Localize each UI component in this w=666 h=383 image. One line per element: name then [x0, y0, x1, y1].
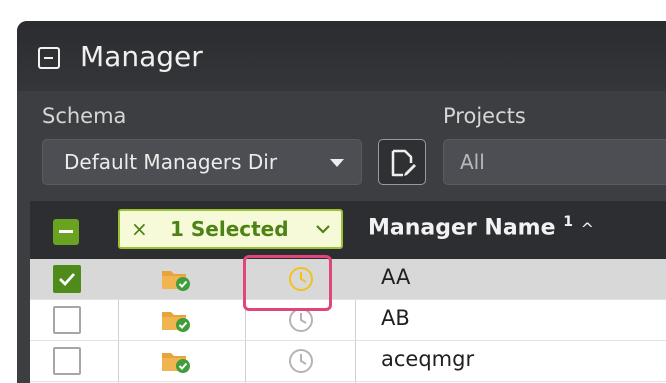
collapse-icon[interactable] — [38, 47, 60, 69]
row-checkbox[interactable] — [53, 306, 81, 334]
table-header-row: × 1 Selected Manager Name 1 ^ — [30, 201, 666, 259]
projects-label: Projects — [443, 104, 526, 128]
edit-schema-button[interactable] — [378, 139, 426, 185]
table-row[interactable]: AA — [30, 259, 666, 300]
column-header-manager-name[interactable]: Manager Name 1 ^ — [368, 214, 594, 240]
clock-icon[interactable] — [287, 347, 315, 375]
caret-down-icon — [330, 159, 344, 167]
folder-check-icon — [162, 353, 190, 373]
manager-panel: Manager Schema Projects Default Managers… — [17, 21, 666, 383]
chevron-down-icon[interactable] — [315, 224, 331, 234]
folder-check-icon — [162, 271, 190, 291]
column-header-label: Manager Name — [368, 215, 556, 241]
schema-dropdown[interactable]: Default Managers Dir — [42, 139, 362, 185]
folder-check-icon — [162, 312, 190, 332]
edit-document-icon — [391, 149, 416, 177]
manager-table: AA AB aceqmgr — [30, 259, 666, 383]
row-checkbox[interactable] — [53, 265, 81, 293]
selection-chip[interactable]: × 1 Selected — [118, 209, 343, 249]
manager-name-cell: AB — [381, 306, 410, 330]
projects-dropdown[interactable]: All — [443, 139, 666, 185]
sort-ascending-icon: ^ — [580, 219, 595, 239]
sort-index: 1 — [563, 214, 573, 230]
panel-title: Manager — [80, 40, 203, 73]
selection-count-label: 1 Selected — [170, 217, 289, 241]
table-row[interactable]: aceqmgr — [30, 341, 666, 382]
schema-label: Schema — [42, 104, 127, 128]
title-bar: Manager — [17, 21, 666, 91]
schema-dropdown-value: Default Managers Dir — [64, 150, 278, 174]
row-checkbox[interactable] — [53, 347, 81, 375]
manager-name-cell: aceqmgr — [381, 347, 475, 371]
checkmark-icon — [59, 273, 76, 287]
select-all-checkbox[interactable] — [53, 219, 79, 245]
manager-name-cell: AA — [381, 265, 411, 289]
table-row[interactable]: AB — [30, 300, 666, 341]
highlight-box — [243, 255, 332, 311]
clear-selection-icon[interactable]: × — [131, 211, 148, 247]
projects-dropdown-value: All — [460, 150, 485, 174]
